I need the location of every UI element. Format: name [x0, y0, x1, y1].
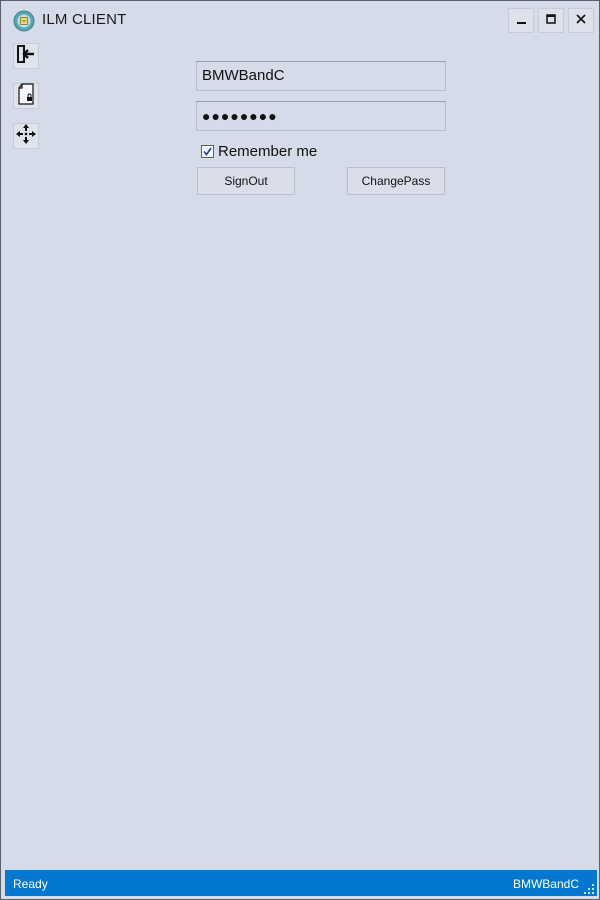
changepass-button[interactable]: ChangePass [347, 167, 445, 195]
remember-me-label: Remember me [218, 142, 318, 160]
app-window: ILM CLIENT BMWBandC ●●●●●●●● Remember me… [0, 0, 600, 900]
status-bar: Ready BMWBandC [5, 870, 597, 896]
maximize-icon [545, 12, 557, 30]
app-logo-icon [13, 10, 35, 32]
username-field[interactable]: BMWBandC [196, 61, 446, 91]
move-arrows-icon [15, 123, 37, 150]
move-button[interactable] [13, 123, 39, 149]
locked-document-button[interactable] [13, 82, 39, 110]
window-title: ILM CLIENT [42, 11, 127, 28]
title-bar[interactable]: ILM CLIENT [1, 1, 599, 39]
checkmark-icon [203, 147, 212, 156]
password-field[interactable]: ●●●●●●●● [196, 101, 446, 131]
locked-document-icon [16, 82, 36, 110]
close-icon [575, 12, 587, 30]
resize-grip-icon[interactable] [584, 883, 594, 894]
sign-out-button[interactable] [13, 43, 39, 69]
maximize-button[interactable] [538, 8, 564, 33]
status-user: BMWBandC [512, 877, 579, 891]
minimize-icon [515, 12, 527, 30]
minimize-button[interactable] [508, 8, 534, 33]
sign-out-icon [16, 44, 36, 69]
signout-button[interactable]: SignOut [197, 167, 295, 195]
status-text: Ready [13, 877, 48, 891]
close-button[interactable] [568, 8, 594, 33]
remember-me-checkbox[interactable] [201, 144, 214, 158]
remember-me-option[interactable]: Remember me [201, 142, 317, 160]
